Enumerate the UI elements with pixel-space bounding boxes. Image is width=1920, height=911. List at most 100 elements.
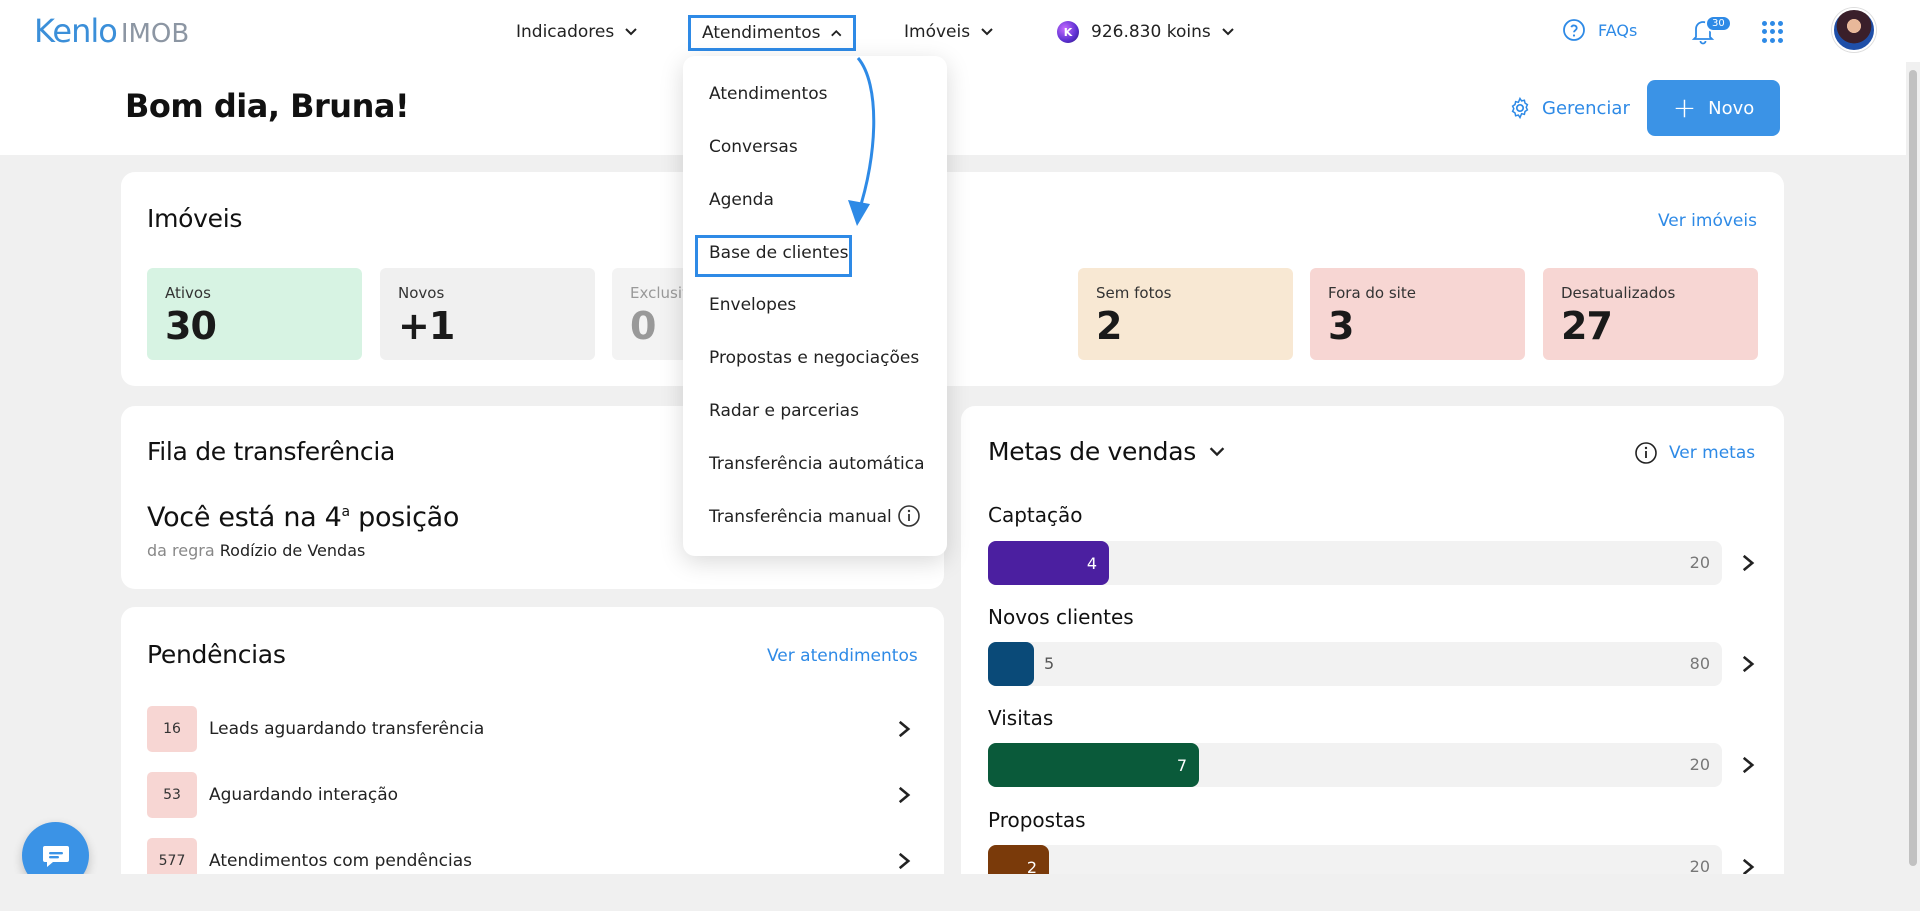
notification-badge: 30 bbox=[1705, 15, 1732, 32]
logo-sub: IMOB bbox=[120, 19, 190, 49]
meta-progress-bar[interactable]: 7 20 bbox=[988, 743, 1722, 787]
page-title: Bom dia, Bruna! bbox=[125, 87, 410, 125]
info-icon[interactable] bbox=[897, 504, 921, 528]
stat-label: Fora do site bbox=[1328, 284, 1416, 302]
meta-progress-fill: 4 bbox=[988, 541, 1109, 585]
koins-balance: 926.830 koins bbox=[1091, 22, 1211, 42]
apps-grid-icon[interactable] bbox=[1762, 21, 1784, 43]
dropdown-item[interactable]: Agenda bbox=[709, 190, 774, 210]
chevron-up-icon bbox=[831, 29, 842, 37]
pendencia-count: 53 bbox=[147, 772, 197, 818]
koin-icon: K bbox=[1057, 21, 1079, 43]
bottom-strip bbox=[0, 874, 1920, 911]
chevron-right-icon[interactable] bbox=[1738, 654, 1758, 674]
nav-atendimentos[interactable]: Atendimentos bbox=[688, 15, 856, 51]
fila-position: Você está na 4a posição bbox=[147, 502, 460, 533]
meta-value: 7 bbox=[1176, 755, 1187, 775]
nav-koins[interactable]: K 926.830 koins bbox=[1057, 14, 1235, 50]
novo-label: Novo bbox=[1708, 97, 1755, 119]
scrollbar[interactable] bbox=[1906, 62, 1920, 874]
info-icon[interactable] bbox=[1634, 441, 1658, 465]
stat-label: Ativos bbox=[165, 284, 211, 302]
dropdown-item[interactable]: Transferência manual bbox=[709, 507, 892, 527]
nav-atendimentos-label: Atendimentos bbox=[702, 23, 821, 43]
meta-progress-bar[interactable]: 4 20 bbox=[988, 541, 1722, 585]
pendencia-label: Leads aguardando transferência bbox=[209, 719, 485, 739]
ver-atendimentos-link[interactable]: Ver atendimentos bbox=[767, 646, 918, 666]
dropdown-item[interactable]: Radar e parcerias bbox=[709, 401, 859, 421]
ver-imoveis-link[interactable]: Ver imóveis bbox=[1658, 211, 1757, 231]
gerenciar-label: Gerenciar bbox=[1542, 97, 1630, 119]
novo-button[interactable]: + Novo bbox=[1647, 80, 1780, 136]
stat-label: Sem fotos bbox=[1096, 284, 1172, 302]
imoveis-card bbox=[121, 172, 1784, 386]
chevron-right-icon[interactable] bbox=[1738, 755, 1758, 775]
chevron-down-icon bbox=[1221, 28, 1234, 36]
stat-card[interactable]: Ativos 30 bbox=[147, 268, 362, 360]
metas-title[interactable]: Metas de vendas bbox=[988, 437, 1226, 466]
meta-label: Novos clientes bbox=[988, 605, 1134, 629]
meta-progress-fill bbox=[988, 642, 1034, 686]
question-circle-icon bbox=[1563, 19, 1585, 41]
dropdown-item[interactable]: Transferência automática bbox=[709, 454, 925, 474]
imoveis-title: Imóveis bbox=[147, 204, 243, 233]
chevron-down-icon bbox=[625, 28, 637, 36]
stat-value: 27 bbox=[1561, 304, 1613, 348]
fila-rule: da regra Rodízio de Vendas bbox=[147, 541, 366, 560]
annotation-arrow bbox=[848, 57, 876, 226]
faqs-label: FAQs bbox=[1598, 20, 1638, 40]
pendencia-label: Atendimentos com pendências bbox=[209, 851, 472, 871]
dropdown-item[interactable]: Conversas bbox=[709, 137, 798, 157]
gerenciar-button[interactable]: Gerenciar bbox=[1508, 96, 1630, 120]
scrollbar-thumb[interactable] bbox=[1909, 70, 1917, 866]
stat-card[interactable]: Novos +1 bbox=[380, 268, 595, 360]
meta-label: Captação bbox=[988, 503, 1083, 527]
rule-name: Rodízio de Vendas bbox=[219, 541, 366, 560]
meta-total: 20 bbox=[1689, 755, 1710, 774]
stat-value: +1 bbox=[398, 304, 455, 348]
stat-value: 2 bbox=[1096, 304, 1122, 348]
meta-value: 5 bbox=[1044, 654, 1055, 673]
pendencia-count: 16 bbox=[147, 706, 197, 752]
avatar[interactable] bbox=[1832, 8, 1876, 52]
pendencia-row[interactable]: 53 Aguardando interação bbox=[147, 771, 914, 819]
meta-total: 80 bbox=[1689, 654, 1710, 673]
meta-value: 4 bbox=[1086, 553, 1097, 573]
meta-label: Propostas bbox=[988, 808, 1086, 832]
chevron-down-icon bbox=[1209, 446, 1225, 456]
dropdown-item[interactable]: Envelopes bbox=[709, 295, 796, 315]
stat-label: Desatualizados bbox=[1561, 284, 1676, 302]
nav-imoveis-label: Imóveis bbox=[904, 22, 971, 42]
chevron-right-icon bbox=[898, 852, 911, 870]
stat-card[interactable]: Sem fotos 2 bbox=[1078, 268, 1293, 360]
stat-card[interactable]: Desatualizados 27 bbox=[1543, 268, 1758, 360]
pendencia-row[interactable]: 16 Leads aguardando transferência bbox=[147, 705, 914, 753]
fila-title: Fila de transferência bbox=[147, 437, 396, 466]
nav-indicadores-label: Indicadores bbox=[516, 22, 615, 42]
meta-total: 20 bbox=[1689, 553, 1710, 572]
chevron-right-icon bbox=[898, 786, 911, 804]
stat-value: 3 bbox=[1328, 304, 1354, 348]
pendencia-label: Aguardando interação bbox=[209, 785, 399, 805]
base-de-clientes-highlight bbox=[695, 235, 852, 277]
chevron-right-icon bbox=[898, 720, 911, 738]
stat-card[interactable]: Fora do site 3 bbox=[1310, 268, 1525, 360]
faqs-link[interactable]: FAQs bbox=[1562, 18, 1637, 42]
meta-label: Visitas bbox=[988, 706, 1054, 730]
kenlo-logo[interactable]: Kenlo IMOB bbox=[34, 12, 189, 50]
pendencias-title: Pendências bbox=[147, 640, 286, 669]
plus-icon: + bbox=[1672, 91, 1697, 124]
chevron-down-icon bbox=[981, 28, 993, 36]
chevron-right-icon[interactable] bbox=[1738, 553, 1758, 573]
nav-imoveis[interactable]: Imóveis bbox=[904, 14, 994, 50]
ver-metas-link[interactable]: Ver metas bbox=[1669, 443, 1755, 463]
chat-bubble-icon bbox=[42, 845, 69, 867]
dropdown-item[interactable]: Atendimentos bbox=[709, 84, 827, 104]
meta-progress-bar[interactable]: 5 80 bbox=[988, 642, 1722, 686]
nav-indicadores[interactable]: Indicadores bbox=[516, 14, 638, 50]
stat-label: Novos bbox=[398, 284, 445, 302]
logo-main: Kenlo bbox=[34, 12, 118, 50]
meta-progress-fill: 7 bbox=[988, 743, 1199, 787]
dropdown-item[interactable]: Propostas e negociações bbox=[709, 348, 919, 368]
gear-icon bbox=[1511, 96, 1529, 120]
